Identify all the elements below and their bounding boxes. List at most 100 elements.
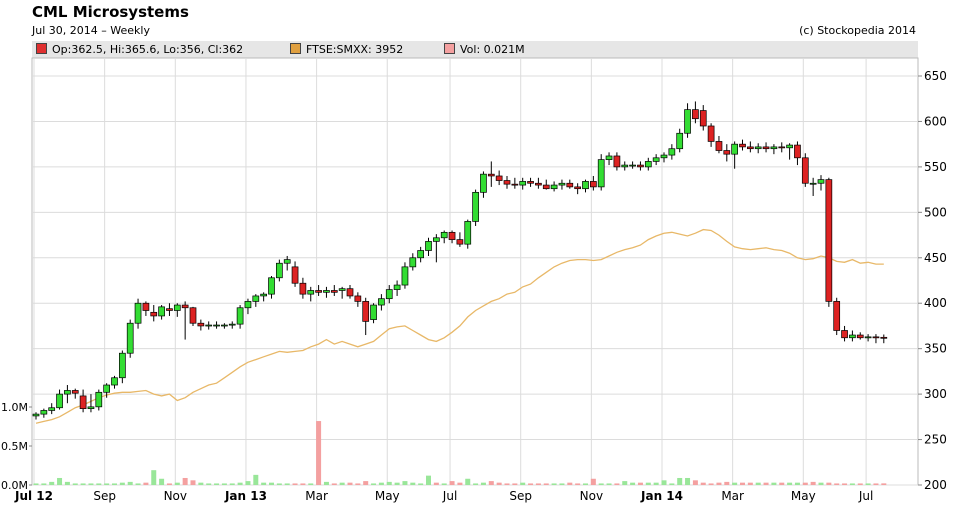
volume-bar — [49, 481, 55, 485]
volume-bar — [810, 481, 816, 485]
candle-body — [103, 384, 111, 393]
volume-bar — [685, 477, 691, 485]
candle-body — [668, 148, 676, 156]
price-tick-label: 500 — [924, 205, 947, 219]
volume-bar — [575, 483, 581, 485]
volume-bar — [480, 482, 486, 485]
candle-body — [527, 181, 534, 184]
volume-bar — [206, 483, 212, 485]
volume-bar — [214, 483, 220, 485]
candle-body — [111, 377, 118, 386]
volume-bar — [543, 483, 549, 485]
candle-body — [260, 293, 267, 297]
volume-bar — [763, 482, 769, 485]
volume-bar — [229, 483, 235, 485]
candle-body — [849, 334, 856, 339]
volume-bar — [708, 483, 714, 485]
plot-area — [31, 57, 919, 486]
candle-body — [707, 125, 715, 142]
volume-bar — [794, 482, 800, 485]
candle-body — [495, 175, 503, 181]
volume-bar — [182, 477, 188, 485]
candle-body — [699, 110, 707, 127]
date-tick-label: Sep — [93, 489, 116, 503]
candle-body — [574, 186, 582, 190]
candle-body — [283, 259, 291, 264]
candle-body — [558, 182, 566, 186]
price-tick-label: 550 — [924, 160, 947, 174]
candle-body — [48, 407, 56, 411]
price-tick-label: 250 — [924, 433, 947, 447]
volume-bar — [112, 483, 117, 485]
volume-bar — [473, 483, 479, 485]
volume-bar — [426, 475, 431, 485]
price-tick-label: 300 — [924, 387, 947, 401]
volume-bar — [590, 478, 596, 485]
volume-bar — [559, 483, 565, 485]
volume-bar — [72, 483, 78, 485]
date-tick-label: Nov — [580, 489, 603, 503]
volume-bar — [119, 482, 125, 485]
candle-body — [542, 184, 550, 190]
volume-bar — [269, 482, 274, 485]
candle-body — [197, 322, 205, 327]
candle-body — [778, 146, 786, 149]
candle-body — [535, 182, 542, 186]
volume-bar — [567, 482, 573, 485]
volume-tick-label: 0.5M — [1, 440, 28, 453]
candle-body — [417, 250, 424, 259]
volume-bar — [441, 483, 447, 485]
candle-body — [731, 143, 739, 155]
volume-bar — [339, 482, 345, 485]
date-tick-label: Sep — [509, 489, 532, 503]
candle-body — [32, 413, 40, 417]
candle-body — [315, 290, 322, 293]
volume-bar — [669, 483, 675, 485]
date-tick-label: Jan 14 — [640, 489, 683, 503]
volume-bar — [842, 483, 848, 485]
volume-bar — [237, 482, 243, 485]
candle-body — [637, 164, 644, 168]
candle-body — [244, 301, 252, 309]
volume-bar — [747, 482, 753, 485]
candle-body — [613, 155, 621, 168]
date-tick-label: Mar — [305, 489, 328, 503]
volume-bar — [779, 482, 785, 485]
volume-bar — [771, 482, 777, 485]
candle-body — [118, 352, 126, 379]
candle-body — [652, 157, 660, 162]
candle-body — [330, 290, 338, 293]
candle-body — [629, 164, 636, 167]
candle-body — [40, 410, 48, 415]
candle-body — [291, 266, 299, 284]
candle-body — [597, 159, 605, 188]
volume-bar — [873, 483, 879, 485]
price-tick-label: 600 — [924, 114, 947, 128]
candle-body — [56, 393, 63, 409]
volume-bar — [166, 483, 172, 485]
volume-bar — [190, 480, 196, 485]
volume-bar — [135, 483, 141, 485]
volume-bar — [96, 483, 102, 485]
volume-bar — [857, 483, 863, 485]
candle-body — [236, 307, 244, 325]
candle-body — [786, 144, 793, 149]
candle-body — [519, 181, 527, 186]
candle-body — [173, 304, 181, 311]
price-chart[interactable]: 650600550500450400350300250200Jul 12 Sep N… — [0, 0, 958, 524]
candle-body — [456, 239, 464, 245]
volume-bar — [261, 482, 267, 485]
volume-bar — [802, 482, 808, 485]
candle-body — [817, 179, 825, 184]
volume-tick-label: 0.0M — [1, 479, 28, 492]
candle-body — [550, 184, 558, 190]
volume-bar — [834, 483, 840, 485]
volume-tick-label: 1.0M — [1, 401, 28, 414]
date-tick-label: Jul — [858, 489, 873, 503]
volume-bar — [465, 478, 471, 485]
candle-body — [566, 182, 574, 188]
candle-body — [425, 241, 432, 251]
volume-bar — [64, 481, 70, 485]
candle-body — [770, 146, 778, 150]
candle-body — [166, 308, 173, 311]
